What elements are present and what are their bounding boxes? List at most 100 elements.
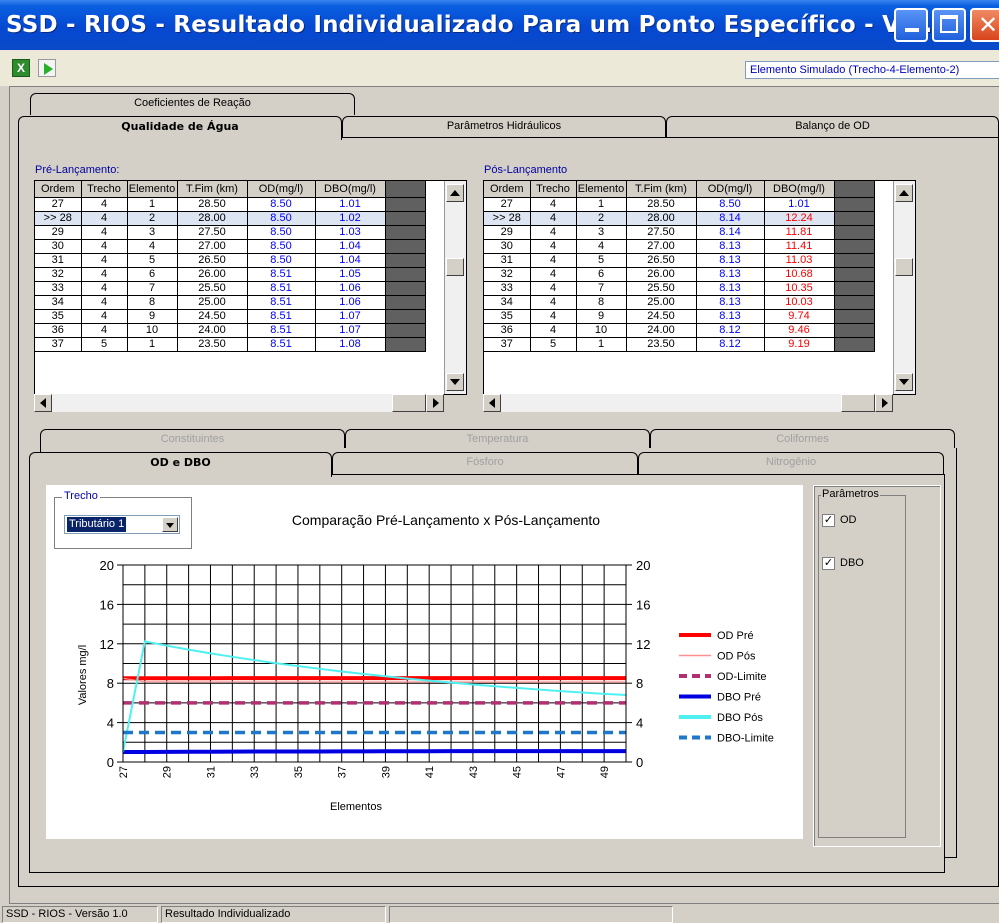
table-row[interactable]: 27 4 1 28.50 8.50 1.01: [484, 197, 875, 212]
scroll-left-button[interactable]: [483, 394, 501, 412]
excel-export-icon[interactable]: X: [12, 59, 30, 77]
table-row[interactable]: 35 4 9 24.50 8.13 9.74: [484, 309, 875, 324]
tab-coeficientes[interactable]: Coeficientes de Reação: [30, 93, 355, 115]
scroll-down-button[interactable]: [446, 373, 464, 391]
table-row[interactable]: 37 5 1 23.50 8.12 9.19: [484, 337, 875, 352]
column-header[interactable]: Elemento: [127, 181, 178, 198]
table-cell: 28.00: [626, 211, 697, 226]
od-checkbox[interactable]: ✓: [822, 514, 835, 527]
column-header[interactable]: Ordem: [35, 181, 82, 198]
column-header[interactable]: T.Fim (km): [626, 181, 697, 198]
chevron-down-icon: [166, 523, 174, 528]
table-cell: 25.50: [626, 281, 697, 296]
dbo-checkbox[interactable]: ✓: [822, 557, 835, 570]
close-button[interactable]: ✕: [970, 8, 999, 42]
tab-constituintes[interactable]: Constituintes: [40, 429, 345, 449]
table-cell: 4: [530, 197, 577, 212]
table-row[interactable]: 30 4 4 27.00 8.13 11.41: [484, 239, 875, 254]
table-row[interactable]: 34 4 8 25.00 8.51 1.06: [35, 295, 426, 310]
left-arrow-icon: [489, 398, 495, 408]
table-row[interactable]: 37 5 1 23.50 8.51 1.08: [35, 337, 426, 352]
tab-label: Coeficientes de Reação: [134, 97, 251, 109]
table-cell: 2: [576, 211, 627, 226]
x-tick-label: 39: [380, 766, 392, 778]
table-row[interactable]: 33 4 7 25.50 8.51 1.06: [35, 281, 426, 296]
tab-coliformes[interactable]: Coliformes: [650, 429, 955, 449]
table-cell: 33: [35, 281, 82, 296]
table-row[interactable]: 31 4 5 26.50 8.50 1.04: [35, 253, 426, 268]
table-cell-empty: [385, 295, 426, 310]
tab-nitrogenio[interactable]: Nitrogênio: [638, 452, 944, 474]
table-row[interactable]: 30 4 4 27.00 8.50 1.04: [35, 239, 426, 254]
table-cell: 24.00: [626, 323, 697, 338]
table-cell: 8.50: [247, 253, 316, 268]
up-arrow-icon: [899, 190, 909, 196]
scroll-thumb[interactable]: [446, 258, 464, 276]
pre-grid[interactable]: Ordem Trecho Elemento T.Fim (km) OD(mg/l) DBO…: [34, 180, 467, 395]
scroll-left-button[interactable]: [34, 394, 52, 412]
trecho-select[interactable]: Tributário 1: [64, 515, 180, 534]
column-header[interactable]: Elemento: [576, 181, 627, 198]
table-cell: 32: [484, 267, 531, 282]
tab-fosforo[interactable]: Fósforo: [332, 452, 638, 474]
scroll-thumb[interactable]: [841, 394, 875, 412]
play-icon[interactable]: [38, 59, 56, 77]
table-row[interactable]: 29 4 3 27.50 8.50 1.03: [35, 225, 426, 240]
table-cell-empty: [385, 253, 426, 268]
elemento-simulado-field: Elemento Simulado (Trecho-4-Elemento-2): [745, 61, 999, 79]
tab-balanco[interactable]: Balanço de OD: [666, 116, 999, 138]
table-cell: 37: [484, 337, 531, 352]
chart-ylabel: Valores mg/l: [77, 645, 89, 705]
table-row[interactable]: 33 4 7 25.50 8.13 10.35: [484, 281, 875, 296]
scroll-up-button[interactable]: [446, 184, 464, 202]
table-row[interactable]: 35 4 9 24.50 8.51 1.07: [35, 309, 426, 324]
scroll-up-button[interactable]: [895, 184, 913, 202]
table-row[interactable]: 31 4 5 26.50 8.13 11.03: [484, 253, 875, 268]
tab-qualidade[interactable]: Qualidade de Água: [18, 116, 342, 140]
pos-hscroll[interactable]: [483, 394, 893, 412]
pos-grid[interactable]: Ordem Trecho Elemento T.Fim (km) OD(mg/l) DBO…: [483, 180, 916, 395]
column-header[interactable]: OD(mg/l): [696, 181, 765, 198]
table-row[interactable]: 36 4 10 24.00 8.51 1.07: [35, 323, 426, 338]
scroll-down-button[interactable]: [895, 373, 913, 391]
table-cell-empty: [834, 295, 875, 310]
table-row[interactable]: >> 28 4 2 28.00 8.50 1.02: [35, 211, 426, 226]
pre-vscroll[interactable]: [444, 181, 466, 394]
scroll-right-button[interactable]: [426, 394, 444, 412]
table-cell: 4: [530, 295, 577, 310]
column-header[interactable]: DBO(mg/l): [764, 181, 835, 198]
status-version: SSD - RIOS - Versão 1.0: [2, 906, 158, 923]
table-row[interactable]: 29 4 3 27.50 8.14 11.81: [484, 225, 875, 240]
column-header-empty: [834, 181, 875, 198]
table-row[interactable]: 34 4 8 25.00 8.13 10.03: [484, 295, 875, 310]
tab-od-dbo[interactable]: OD e DBO: [29, 452, 332, 477]
table-row[interactable]: 36 4 10 24.00 8.12 9.46: [484, 323, 875, 338]
table-cell: 24.50: [626, 309, 697, 324]
scroll-thumb[interactable]: [392, 394, 426, 412]
column-header[interactable]: OD(mg/l): [247, 181, 316, 198]
scroll-right-button[interactable]: [875, 394, 893, 412]
pos-vscroll[interactable]: [893, 181, 915, 394]
maximize-button[interactable]: [932, 8, 966, 42]
pre-hscroll[interactable]: [34, 394, 444, 412]
table-row[interactable]: 27 4 1 28.50 8.50 1.01: [35, 197, 426, 212]
minimize-button[interactable]: [894, 8, 928, 42]
table-cell: 9: [127, 309, 178, 324]
column-header[interactable]: DBO(mg/l): [315, 181, 386, 198]
tab-temperatura[interactable]: Temperatura: [345, 429, 650, 449]
table-cell: 26.50: [626, 253, 697, 268]
column-header[interactable]: Ordem: [484, 181, 531, 198]
table-cell: 36: [484, 323, 531, 338]
dbo-checkbox-label: DBO: [840, 557, 864, 569]
table-cell: 8.51: [247, 323, 316, 338]
column-header[interactable]: T.Fim (km): [177, 181, 248, 198]
table-cell: 8.50: [247, 211, 316, 226]
column-header[interactable]: Trecho: [81, 181, 128, 198]
tab-hidraulicos[interactable]: Parâmetros Hidráulicos: [342, 116, 666, 138]
table-row[interactable]: 32 4 6 26.00 8.13 10.68: [484, 267, 875, 282]
table-row[interactable]: >> 28 4 2 28.00 8.14 12.24: [484, 211, 875, 226]
table-row[interactable]: 32 4 6 26.00 8.51 1.05: [35, 267, 426, 282]
scroll-thumb[interactable]: [895, 258, 913, 276]
column-header[interactable]: Trecho: [530, 181, 577, 198]
dropdown-button[interactable]: [162, 517, 178, 532]
